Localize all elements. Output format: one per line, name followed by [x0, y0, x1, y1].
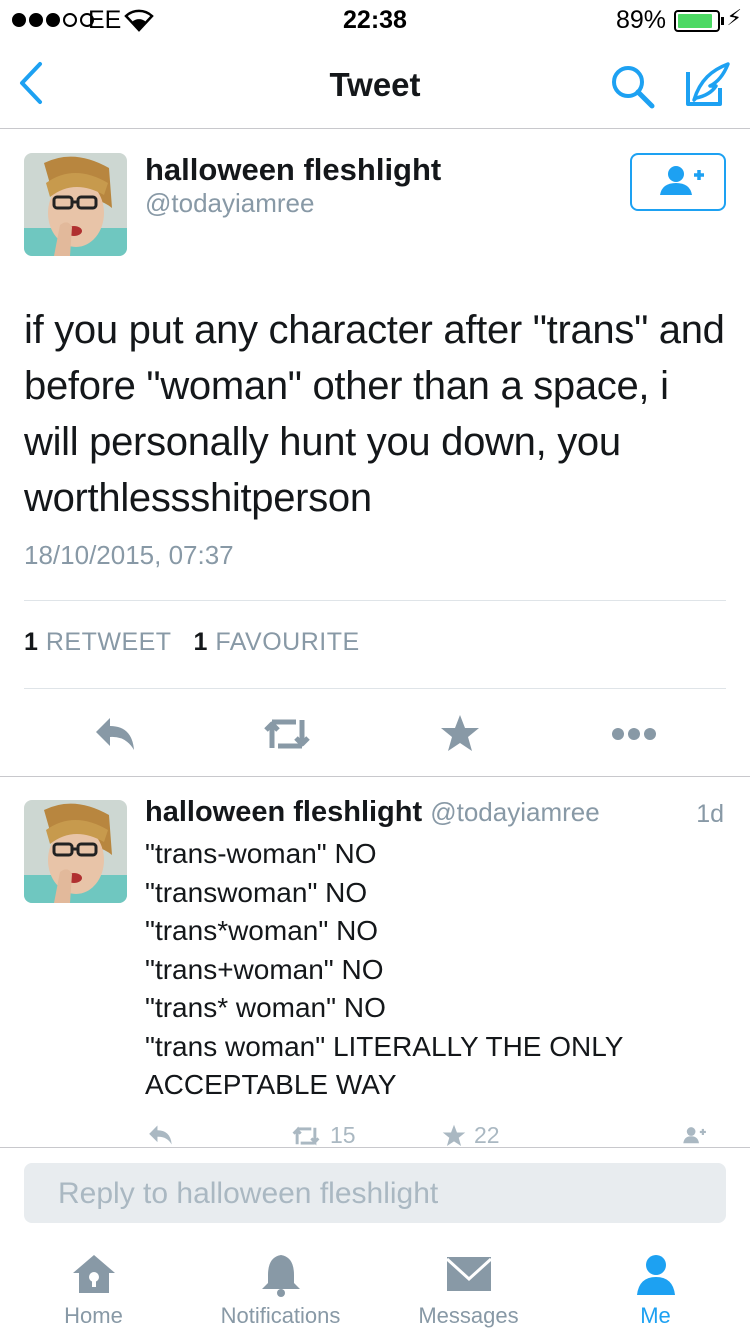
reply-line: "trans woman" LITERALLY THE ONLY [145, 1030, 624, 1062]
favourite-count: 1 [193, 628, 208, 656]
retweet-label[interactable]: RETWEET [46, 628, 171, 656]
favourite-label[interactable]: FAVOURITE [215, 628, 359, 656]
compose-button[interactable] [682, 60, 732, 110]
reply-line: "trans+woman" NO [145, 953, 384, 985]
envelope-icon [445, 1257, 492, 1291]
tab-messages[interactable]: Messages [375, 1237, 562, 1334]
reply-line: "trans*woman" NO [145, 915, 379, 946]
reply-age: 1d [696, 800, 724, 828]
reply-avatar[interactable] [24, 800, 127, 903]
search-button[interactable] [608, 62, 656, 110]
reply-follow-button[interactable] [672, 1122, 712, 1148]
more-button[interactable] [610, 712, 658, 756]
follow-button[interactable] [630, 153, 726, 211]
avatar[interactable] [24, 153, 127, 256]
divider [24, 600, 726, 601]
retweet-count: 1 [24, 628, 39, 656]
reply-author-name[interactable]: halloween fleshlight [145, 796, 422, 828]
person-icon [636, 1255, 675, 1295]
divider [24, 688, 726, 689]
reply-line: "transwoman" NO [145, 876, 368, 908]
tab-home[interactable]: Home [0, 1237, 187, 1334]
tab-bar: Home Notifications Messages Me [0, 1237, 750, 1334]
tab-label: Home [64, 1303, 123, 1328]
author-handle[interactable]: @todayiamree [145, 188, 314, 219]
reply-favourite-count: 22 [474, 1122, 500, 1148]
profile-photo [24, 800, 127, 903]
reply-reply-button[interactable] [145, 1122, 177, 1148]
home-icon [72, 1255, 115, 1293]
search-icon [612, 66, 655, 109]
status-bar: EE 22:38 89% ⚡ [0, 0, 750, 40]
reply-author-handle[interactable]: @todayiamree [430, 797, 599, 827]
reply-line: "trans* woman" NO [145, 992, 386, 1023]
tab-label: Messages [418, 1303, 519, 1328]
reply-actions: 15 22 [0, 1118, 750, 1148]
more-dots-icon [612, 728, 656, 740]
retweet-icon [292, 1126, 320, 1145]
reply-retweet-count: 15 [330, 1122, 356, 1148]
battery-cap [721, 17, 724, 25]
bell-icon [261, 1255, 300, 1297]
tab-label: Me [640, 1303, 671, 1328]
tweet-text: if you put any character after "trans" a… [24, 308, 725, 520]
tab-label: Notifications [220, 1303, 341, 1328]
reply-button[interactable] [92, 712, 140, 756]
reply-line: "trans-woman" NO [145, 838, 377, 869]
navigation-bar: Tweet [0, 40, 750, 129]
tweet-timestamp: 18/10/2015, 07:37 [24, 540, 234, 570]
reply-icon [96, 718, 134, 750]
reply-line: ACCEPTABLE WAY [145, 1069, 397, 1100]
add-user-icon [660, 166, 704, 195]
tab-notifications[interactable]: Notifications [187, 1237, 374, 1334]
reply-header: halloween fleshlight @todayiamree [145, 796, 600, 829]
profile-photo [24, 153, 127, 256]
tab-me[interactable]: Me [562, 1237, 749, 1334]
retweet-button[interactable] [262, 712, 310, 756]
charging-icon: ⚡ [726, 5, 742, 30]
battery-percent: 89% [615, 6, 666, 34]
reply-text: "trans-woman" NO "transwoman" NO "trans*… [145, 835, 735, 1105]
tweet-stats: 1 RETWEET 1 FAVOURITE [24, 628, 360, 657]
star-icon [441, 715, 479, 751]
star-icon [442, 1124, 466, 1146]
author-name[interactable]: halloween fleshlight [145, 152, 441, 188]
reply-composer: Reply to halloween fleshlight [0, 1147, 750, 1237]
favourite-button[interactable] [438, 712, 486, 756]
retweet-icon [264, 719, 310, 749]
reply-icon [149, 1125, 172, 1145]
reply-favourite-button[interactable]: 22 [440, 1122, 500, 1148]
compose-icon [686, 62, 730, 106]
battery-icon [674, 10, 720, 32]
divider [0, 776, 750, 777]
add-user-icon [683, 1127, 706, 1144]
reply-retweet-button[interactable]: 15 [288, 1122, 356, 1148]
reply-input[interactable]: Reply to halloween fleshlight [24, 1163, 726, 1223]
